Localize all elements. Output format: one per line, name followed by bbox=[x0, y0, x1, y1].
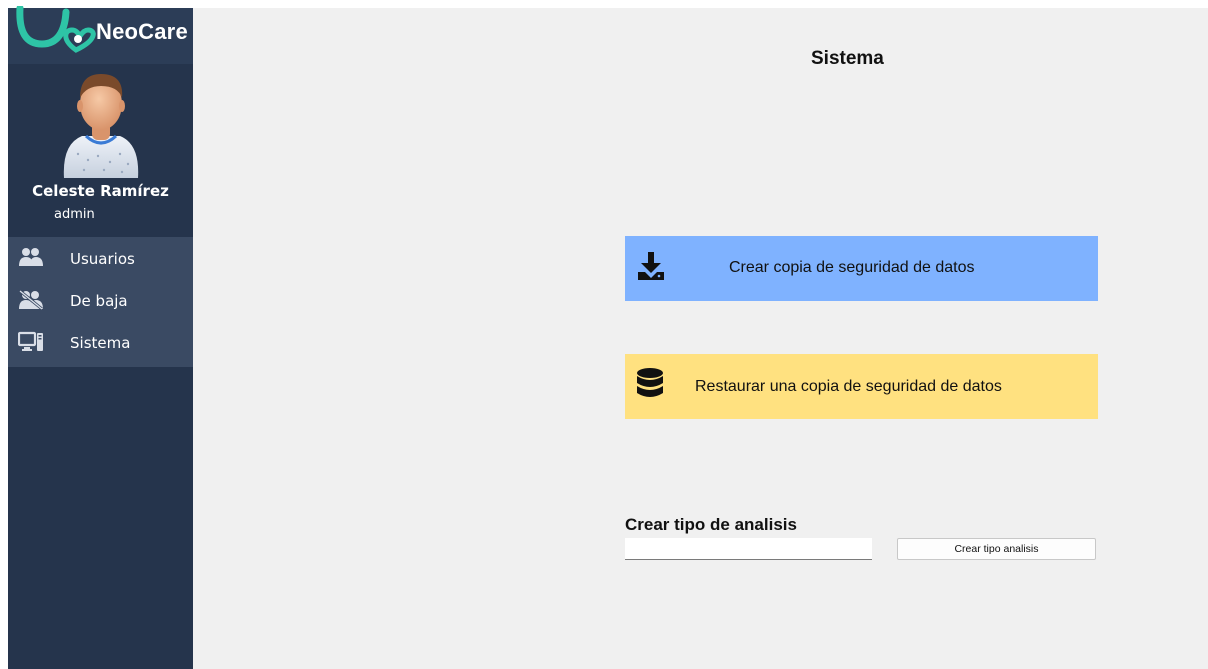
sidebar-item-label: Usuarios bbox=[70, 250, 135, 268]
users-icon bbox=[19, 248, 43, 266]
app-window: NeoCare Celeste Ramírez admin Usuarios D… bbox=[8, 6, 1208, 669]
user-role: admin bbox=[54, 207, 95, 222]
sidebar: NeoCare Celeste Ramírez admin Usuarios D… bbox=[8, 6, 193, 669]
sidebar-item-usuarios[interactable]: Usuarios bbox=[8, 237, 193, 279]
sidebar-item-label: Sistema bbox=[70, 334, 131, 352]
sidebar-item-de-baja[interactable]: De baja bbox=[8, 279, 193, 321]
download-icon bbox=[638, 252, 664, 280]
create-backup-button[interactable]: Crear copia de seguridad de datos bbox=[625, 236, 1098, 301]
sidebar-menu: Usuarios De baja Sistema bbox=[8, 237, 193, 367]
computer-icon bbox=[18, 331, 43, 351]
restore-backup-button[interactable]: Restaurar una copia de seguridad de dato… bbox=[625, 354, 1098, 419]
logo-bar: NeoCare bbox=[8, 6, 193, 64]
user-name: Celeste Ramírez bbox=[32, 182, 169, 200]
app-logo-text: NeoCare bbox=[96, 19, 188, 44]
database-icon bbox=[637, 368, 663, 397]
create-backup-label: Crear copia de seguridad de datos bbox=[729, 259, 975, 276]
analysis-type-heading: Crear tipo de analisis bbox=[625, 515, 797, 534]
create-analysis-type-button[interactable]: Crear tipo analisis bbox=[897, 538, 1096, 560]
users-removed-icon bbox=[19, 289, 43, 311]
analysis-type-input[interactable] bbox=[625, 538, 872, 560]
stethoscope-heart-icon bbox=[16, 6, 96, 53]
restore-backup-label: Restaurar una copia de seguridad de dato… bbox=[695, 378, 1002, 395]
sidebar-item-label: De baja bbox=[70, 292, 128, 310]
page-title: Sistema bbox=[811, 48, 884, 69]
avatar bbox=[63, 74, 139, 178]
sidebar-item-sistema[interactable]: Sistema bbox=[8, 321, 193, 363]
